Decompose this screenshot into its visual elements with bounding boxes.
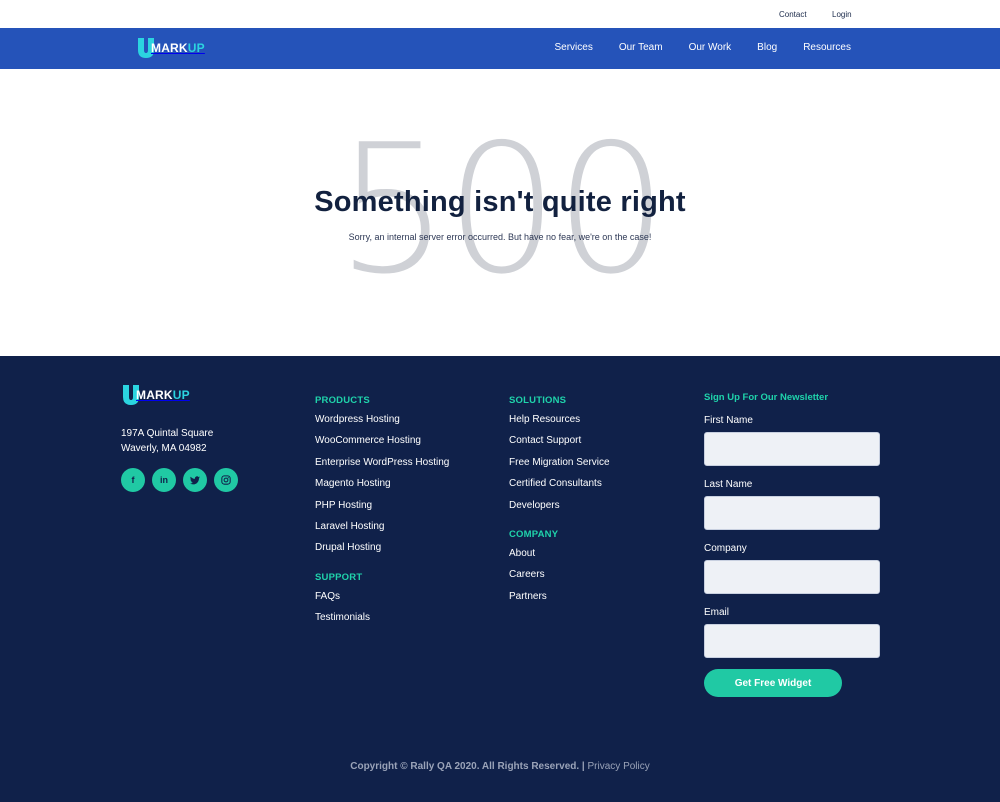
- social-links: f in: [121, 468, 238, 492]
- footer-link-faqs[interactable]: FAQs: [315, 591, 449, 612]
- footer-link-laravel-hosting[interactable]: Laravel Hosting: [315, 521, 449, 542]
- footer-logo[interactable]: MARKUP: [121, 384, 190, 406]
- newsletter-form: Sign Up For Our Newsletter First Name La…: [704, 392, 880, 697]
- main-navbar: MARKUP Services Our Team Our Work Blog R…: [0, 28, 1000, 69]
- privacy-policy-link[interactable]: Privacy Policy: [588, 761, 650, 772]
- error-hero: 500 Something isn't quite right Sorry, a…: [0, 69, 1000, 356]
- logo-wordmark: MARKUP: [136, 388, 190, 402]
- company-label: Company: [704, 543, 747, 554]
- facebook-icon[interactable]: f: [121, 468, 145, 492]
- address-line-1: 197A Quintal Square: [121, 428, 214, 439]
- footer-link-php-hosting[interactable]: PHP Hosting: [315, 500, 449, 521]
- nav-item-services[interactable]: Services: [554, 42, 592, 53]
- instagram-icon[interactable]: [214, 468, 238, 492]
- email-label: Email: [704, 607, 730, 618]
- copyright-bar: Copyright © Rally QA 2020. All Rights Re…: [0, 761, 1000, 772]
- footer-link-testimonials[interactable]: Testimonials: [315, 612, 449, 633]
- error-message: Sorry, an internal server error occurred…: [348, 232, 652, 242]
- footer-link-woocommerce-hosting[interactable]: WooCommerce Hosting: [315, 435, 449, 456]
- company-field[interactable]: [704, 560, 880, 594]
- nav-item-our-work[interactable]: Our Work: [689, 42, 732, 53]
- last-name-field[interactable]: [704, 496, 880, 530]
- footer-link-careers[interactable]: Careers: [509, 569, 610, 590]
- footer-link-drupal-hosting[interactable]: Drupal Hosting: [315, 542, 449, 563]
- footer-link-contact-support[interactable]: Contact Support: [509, 435, 610, 456]
- get-free-widget-button[interactable]: Get Free Widget: [704, 669, 842, 697]
- contact-link[interactable]: Contact: [779, 10, 807, 19]
- nav-item-our-team[interactable]: Our Team: [619, 42, 663, 53]
- copyright-text: Copyright © Rally QA 2020. All Rights Re…: [350, 761, 585, 772]
- footer-link-free-migration-service[interactable]: Free Migration Service: [509, 457, 610, 478]
- company-heading: COMPANY: [509, 528, 559, 540]
- first-name-label: First Name: [704, 415, 753, 426]
- header-logo[interactable]: MARKUP: [136, 37, 205, 59]
- footer-link-certified-consultants[interactable]: Certified Consultants: [509, 478, 610, 499]
- footer-link-developers[interactable]: Developers: [509, 500, 610, 521]
- products-heading: PRODUCTS: [315, 395, 370, 406]
- footer-link-enterprise-wordpress-hosting[interactable]: Enterprise WordPress Hosting: [315, 457, 449, 478]
- footer-link-magento-hosting[interactable]: Magento Hosting: [315, 478, 449, 499]
- footer-link-wordpress-hosting[interactable]: Wordpress Hosting: [315, 414, 449, 435]
- footer-link-about[interactable]: About: [509, 548, 610, 569]
- footer-link-help-resources[interactable]: Help Resources: [509, 414, 610, 435]
- linkedin-icon[interactable]: in: [152, 468, 176, 492]
- footer-solutions-column: SOLUTIONS Help Resources Contact Support…: [509, 395, 610, 612]
- company-address: 197A Quintal Square Waverly, MA 04982: [121, 426, 213, 456]
- email-field[interactable]: [704, 624, 880, 658]
- last-name-label: Last Name: [704, 479, 753, 490]
- nav-item-blog[interactable]: Blog: [757, 42, 777, 53]
- top-utility-bar: Contact Login: [0, 0, 1000, 28]
- footer-link-partners[interactable]: Partners: [509, 591, 610, 612]
- solutions-heading: SOLUTIONS: [509, 395, 567, 406]
- address-line-2: Waverly, MA 04982: [121, 443, 207, 454]
- nav-item-resources[interactable]: Resources: [803, 42, 851, 53]
- logo-wordmark: MARKUP: [151, 41, 205, 55]
- twitter-icon[interactable]: [183, 468, 207, 492]
- login-link[interactable]: Login: [832, 10, 852, 19]
- newsletter-heading: Sign Up For Our Newsletter: [704, 392, 829, 403]
- support-heading: SUPPORT: [315, 571, 363, 583]
- error-title: Something isn't quite right: [314, 186, 686, 218]
- site-footer: MARKUP 197A Quintal Square Waverly, MA 0…: [0, 356, 1000, 802]
- primary-nav: Services Our Team Our Work Blog Resource…: [528, 42, 851, 53]
- footer-products-column: PRODUCTS Wordpress Hosting WooCommerce H…: [315, 395, 449, 634]
- first-name-field[interactable]: [704, 432, 880, 466]
